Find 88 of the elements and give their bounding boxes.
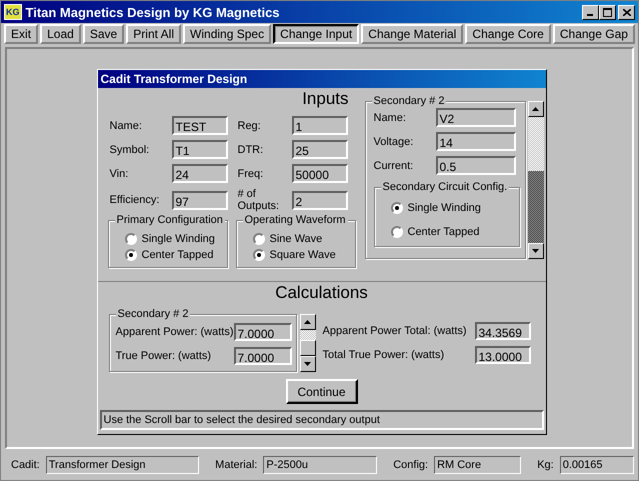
hint-text: Use the Scroll bar to select the desired secondary output — [100, 410, 544, 430]
input-field[interactable]: 1 — [292, 116, 348, 135]
scroll-up-button[interactable] — [300, 314, 316, 330]
app-logo: KG — [4, 4, 22, 20]
field-label: Efficiency: — [108, 194, 160, 206]
input-field[interactable]: T1 — [172, 140, 228, 159]
input-field[interactable]: 14 — [436, 132, 516, 151]
radio-label[interactable]: Single Winding — [142, 233, 215, 245]
status-field: Transformer Design — [46, 456, 200, 474]
radio-label[interactable]: Sine Wave — [270, 233, 322, 245]
down-arrow-icon — [532, 249, 539, 253]
maximize-icon — [603, 8, 612, 16]
minimize-button[interactable] — [582, 4, 599, 20]
field-label: Vin: — [108, 168, 130, 180]
status-label: Cadit: — [10, 459, 41, 471]
input-field[interactable]: 50000 — [292, 164, 348, 183]
group-title: Secondary Circuit Config. — [380, 181, 510, 193]
input-field[interactable]: 0.5 — [436, 156, 516, 175]
status-field: RM Core — [434, 456, 522, 474]
toolbar-button[interactable]: Change Core — [465, 24, 551, 44]
field-label: Name: — [374, 112, 407, 124]
output-field: 7.0000 — [234, 347, 292, 365]
radio-button[interactable] — [124, 249, 136, 261]
field-label: Symbol: — [108, 144, 150, 156]
group-title: Operating Waveform — [242, 214, 348, 226]
radio-button[interactable] — [390, 226, 402, 238]
toolbar-button[interactable]: Change Input — [273, 24, 360, 44]
field-label: Freq: — [236, 168, 264, 180]
scrollbar[interactable] — [528, 101, 544, 259]
input-field[interactable]: V2 — [436, 108, 516, 127]
up-arrow-icon — [304, 320, 311, 324]
group-title: Secondary # 2 — [372, 95, 446, 107]
group-title: Primary Configuration — [114, 214, 225, 226]
close-button[interactable] — [618, 4, 635, 20]
radio-label[interactable]: Single Winding — [408, 202, 481, 214]
field-label: # of Outputs: — [236, 188, 280, 212]
radio-button[interactable] — [390, 202, 402, 214]
window-title: Titan Magnetics Design by KG Magnetics — [26, 4, 281, 20]
field-label: Reg: — [236, 120, 262, 132]
group-title: Secondary # 2 — [116, 308, 190, 320]
section-heading: Inputs — [301, 88, 350, 110]
toolbar-button[interactable]: Change Gap — [552, 24, 635, 44]
field-label: True Power: (watts) — [116, 350, 212, 362]
up-arrow-icon — [532, 107, 539, 111]
field-label: Apparent Power: (watts) — [116, 326, 234, 338]
status-label: Kg: — [536, 459, 555, 471]
scroll-down-button[interactable] — [300, 356, 316, 372]
toolbar-button[interactable]: Winding Spec — [183, 24, 272, 44]
scroll-thumb[interactable] — [300, 340, 316, 356]
dialog-title: Cadit Transformer Design — [98, 70, 546, 88]
field-label: Voltage: — [374, 136, 414, 148]
field-label: Name: — [108, 120, 143, 132]
input-field[interactable]: 97 — [172, 190, 228, 210]
scroll-down-button[interactable] — [528, 243, 544, 259]
radio-label[interactable]: Square Wave — [270, 249, 336, 261]
toolbar-button[interactable]: Save — [82, 24, 124, 44]
scrollbar[interactable] — [300, 314, 316, 372]
toolbar-button[interactable]: Exit — [4, 24, 38, 44]
field-label: Apparent Power Total: (watts) — [322, 325, 468, 337]
scroll-thumb[interactable] — [528, 171, 544, 243]
output-field: 7.0000 — [234, 323, 292, 341]
status-field: P-2500u — [263, 456, 378, 474]
input-field[interactable]: TEST — [172, 116, 228, 135]
radio-button[interactable] — [252, 249, 264, 261]
section-heading: Calculations — [274, 282, 369, 304]
close-icon — [622, 8, 630, 16]
continue-button[interactable]: Continue — [286, 379, 358, 404]
status-label: Config: — [392, 459, 430, 471]
toolbar-button[interactable]: Load — [40, 24, 81, 44]
input-field[interactable]: 24 — [172, 164, 228, 183]
status-label: Material: — [214, 459, 258, 471]
toolbar-button[interactable]: Print All — [126, 24, 182, 44]
status-field: 0.00165 — [560, 456, 634, 474]
toolbar-button[interactable]: Change Material — [361, 24, 464, 44]
field-label: Total True Power: (watts) — [322, 349, 446, 361]
output-field: 13.0000 — [474, 346, 530, 364]
radio-button[interactable] — [124, 233, 136, 245]
down-arrow-icon — [304, 362, 311, 366]
radio-label[interactable]: Center Tapped — [142, 249, 214, 261]
field-label: DTR: — [236, 144, 264, 156]
input-field[interactable]: 25 — [292, 140, 348, 159]
radio-label[interactable]: Center Tapped — [408, 226, 480, 238]
input-field[interactable]: 2 — [292, 190, 348, 210]
maximize-button[interactable] — [599, 4, 616, 20]
field-label: Current: — [374, 160, 414, 172]
radio-button[interactable] — [252, 233, 264, 245]
output-field: 34.3569 — [474, 322, 530, 340]
scroll-up-button[interactable] — [528, 101, 544, 117]
